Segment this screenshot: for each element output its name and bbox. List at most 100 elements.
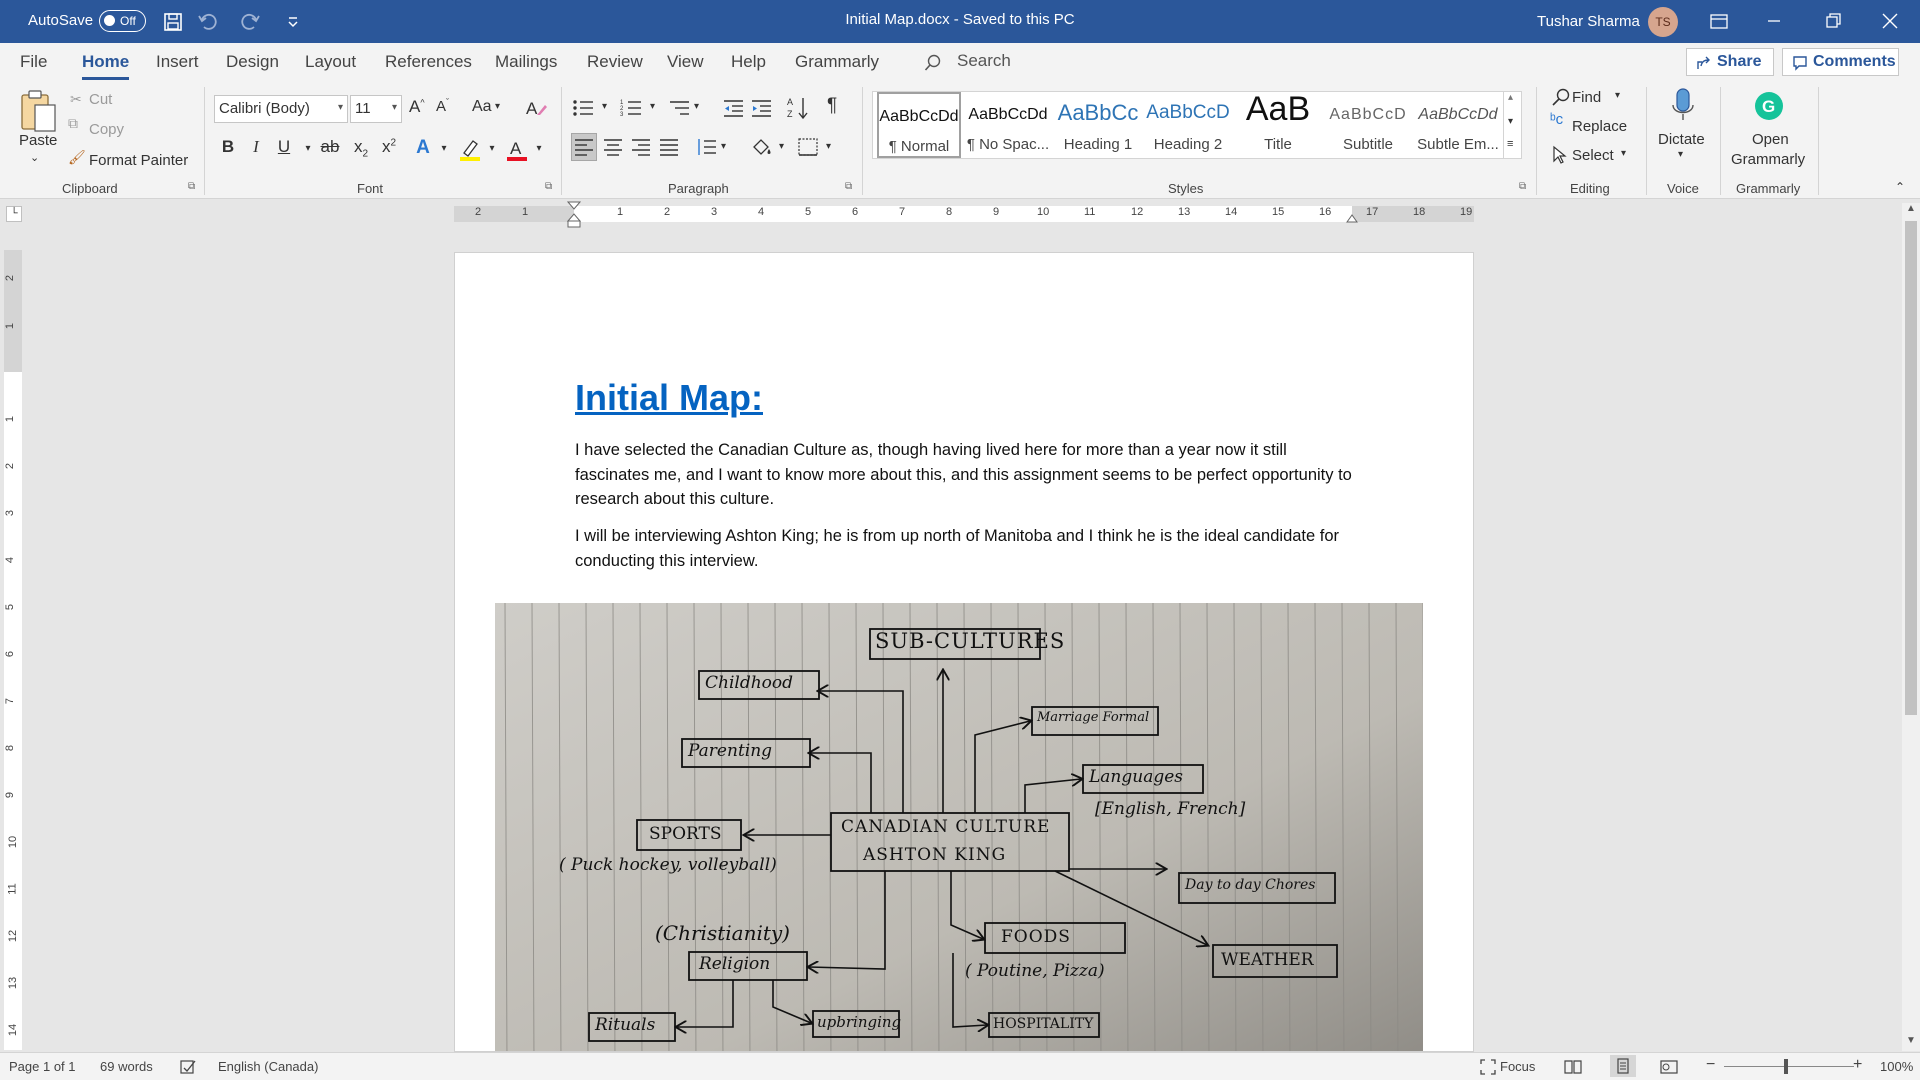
chevron-down-icon[interactable]: ▾ [1615, 90, 1620, 101]
user-name[interactable]: Tushar Sharma [1537, 13, 1640, 30]
align-left-button[interactable] [571, 133, 597, 161]
superscript-button[interactable]: x2 [378, 137, 400, 157]
numbering-icon[interactable]: 123 [620, 98, 642, 118]
paste-chevron-icon[interactable]: ⌄ [30, 151, 39, 164]
borders-icon[interactable] [797, 137, 819, 157]
tab-help[interactable]: Help [731, 52, 766, 72]
word-count[interactable]: 69 words [100, 1059, 153, 1074]
bold-button[interactable]: B [217, 137, 239, 157]
tab-selector-icon[interactable]: └ [6, 206, 22, 222]
chevron-down-icon[interactable]: ▾ [528, 143, 550, 154]
chevron-down-icon[interactable]: ▾ [1678, 149, 1683, 160]
chevron-up-icon[interactable]: ▴ [1508, 92, 1513, 103]
avatar[interactable]: TS [1648, 7, 1678, 37]
document-heading[interactable]: Initial Map: [575, 377, 763, 419]
style-heading-2[interactable]: AaBbCcD Heading 2 [1145, 92, 1231, 158]
paste-icon[interactable] [18, 89, 58, 137]
collapse-ribbon-icon[interactable]: ⌃ [1895, 180, 1905, 194]
zoom-in-icon[interactable]: + [1853, 1056, 1862, 1074]
styles-more-icon[interactable]: ≡ [1507, 138, 1513, 150]
focus-button[interactable]: Focus [1500, 1059, 1535, 1074]
undo-icon[interactable] [196, 10, 220, 34]
font-name-dropdown[interactable]: Calibri (Body) ▾ [214, 95, 348, 123]
find-button[interactable]: Find [1572, 89, 1601, 106]
grow-font-icon[interactable]: A^ [409, 97, 425, 117]
chevron-down-icon[interactable]: ▾ [1621, 148, 1626, 159]
chevron-down-icon[interactable]: ▾ [481, 143, 503, 154]
paragraph-launcher-icon[interactable]: ⧉ [845, 181, 852, 192]
mind-map-photo[interactable]: SUB-CULTURES Childhood Parenting Marriag… [495, 603, 1423, 1051]
tab-insert[interactable]: Insert [156, 52, 199, 72]
tab-file[interactable]: File [20, 52, 47, 72]
tab-design[interactable]: Design [226, 52, 279, 72]
styles-scroll[interactable]: ▴ ▾ ≡ [1503, 92, 1521, 158]
print-layout-button[interactable] [1610, 1055, 1636, 1077]
chevron-down-icon[interactable]: ▾ [433, 143, 455, 154]
scroll-down-icon[interactable]: ▼ [1906, 1035, 1916, 1046]
font-color-icon[interactable]: A [505, 137, 529, 163]
italic-button[interactable]: I [245, 137, 267, 157]
chevron-down-icon[interactable]: ▾ [721, 141, 726, 152]
subscript-button[interactable]: x2 [350, 137, 372, 159]
search-icon[interactable] [924, 54, 942, 72]
zoom-out-icon[interactable]: − [1706, 1056, 1715, 1074]
tab-references[interactable]: References [385, 52, 472, 72]
underline-button[interactable]: U [273, 137, 295, 157]
scrollbar-thumb[interactable] [1905, 221, 1917, 715]
style-normal[interactable]: AaBbCcDd ¶ Normal [877, 92, 961, 158]
search-box[interactable]: Search [957, 51, 1011, 71]
select-button[interactable]: Select [1572, 147, 1614, 164]
strikethrough-button[interactable]: ab [319, 137, 341, 157]
web-layout-icon[interactable] [1660, 1059, 1678, 1075]
chevron-down-icon[interactable]: ▾ [297, 143, 319, 154]
show-formatting-icon[interactable]: ¶ [827, 95, 837, 117]
replace-button[interactable]: Replace [1572, 118, 1627, 135]
right-indent-marker-icon[interactable] [1346, 212, 1358, 224]
zoom-level[interactable]: 100% [1880, 1059, 1913, 1074]
paragraph-intro[interactable]: I have selected the Canadian Culture as,… [575, 438, 1365, 512]
document-page[interactable]: Initial Map: I have selected the Canadia… [454, 252, 1474, 1052]
clear-formatting-icon[interactable]: A [524, 97, 548, 119]
indent-marker-icon[interactable] [567, 201, 581, 229]
shading-icon[interactable] [750, 137, 774, 159]
save-icon[interactable] [161, 10, 185, 34]
close-icon[interactable] [1867, 0, 1913, 43]
increase-indent-icon[interactable] [750, 98, 772, 118]
zoom-slider-thumb[interactable] [1784, 1059, 1788, 1074]
text-effects-icon[interactable]: A [412, 137, 434, 159]
open-grammarly-label-line2[interactable]: Grammarly [1731, 151, 1805, 168]
chevron-down-icon[interactable]: ▾ [495, 101, 500, 112]
style-no-spacing[interactable]: AaBbCcDd ¶ No Spac... [965, 92, 1051, 158]
proofing-icon[interactable] [179, 1059, 197, 1075]
autosave-toggle[interactable]: Off [99, 10, 146, 32]
clipboard-launcher-icon[interactable]: ⧉ [188, 181, 195, 192]
sort-icon[interactable]: AZ [786, 95, 810, 121]
read-mode-icon[interactable] [1564, 1059, 1582, 1075]
chevron-down-icon[interactable]: ▾ [694, 101, 699, 112]
customize-toolbar-icon[interactable] [281, 10, 305, 34]
chevron-down-icon[interactable]: ▾ [826, 141, 831, 152]
style-heading-1[interactable]: AaBbCc Heading 1 [1055, 92, 1141, 158]
decrease-indent-icon[interactable] [722, 98, 744, 118]
page-count[interactable]: Page 1 of 1 [9, 1059, 76, 1074]
redo-icon[interactable] [238, 10, 262, 34]
style-title[interactable]: AaB Title [1235, 90, 1321, 158]
change-case-button[interactable]: Aa [472, 98, 492, 116]
vertical-ruler[interactable]: 2 1 1 2 3 4 5 6 7 8 9 10 11 12 13 14 [4, 250, 22, 1050]
font-size-dropdown[interactable]: 11 ▾ [350, 95, 402, 123]
tab-home[interactable]: Home [82, 52, 129, 72]
tab-review[interactable]: Review [587, 52, 643, 72]
ribbon-display-icon[interactable] [1696, 0, 1742, 43]
shrink-font-icon[interactable]: Aˇ [436, 97, 449, 115]
chevron-down-icon[interactable]: ▾ [602, 101, 607, 112]
cut-button[interactable]: Cut [89, 91, 112, 108]
dictate-button[interactable]: Dictate [1658, 131, 1705, 148]
tab-view[interactable]: View [667, 52, 704, 72]
grammarly-icon[interactable]: G [1754, 91, 1784, 121]
font-launcher-icon[interactable]: ⧉ [545, 181, 552, 192]
style-subtle-emphasis[interactable]: AaBbCcDd Subtle Em... [1415, 92, 1501, 158]
tab-grammarly[interactable]: Grammarly [795, 52, 879, 72]
copy-button[interactable]: Copy [89, 121, 124, 138]
highlight-icon[interactable] [458, 137, 482, 163]
restore-icon[interactable] [1810, 0, 1856, 43]
